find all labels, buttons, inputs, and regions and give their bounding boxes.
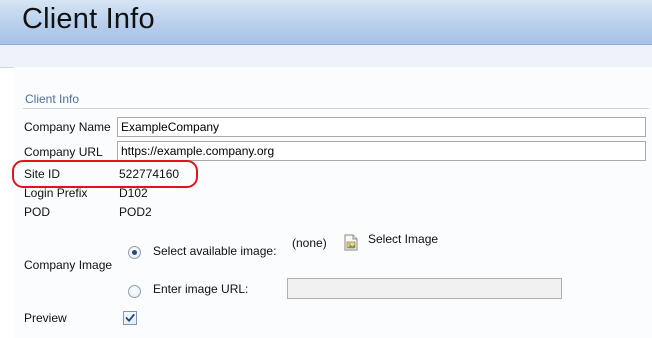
company-image-label: Company Image: [24, 258, 113, 272]
pod-label: POD: [24, 205, 51, 219]
select-available-image-label[interactable]: Select available image:: [153, 244, 276, 258]
company-name-label: Company Name: [24, 120, 111, 134]
section-title: Client Info: [25, 92, 80, 106]
image-url-input[interactable]: [287, 278, 562, 299]
pod-value: POD2: [119, 205, 152, 219]
company-url-label: Company URL: [24, 145, 103, 159]
company-name-input[interactable]: [117, 117, 646, 137]
select-available-image-radio[interactable]: [128, 246, 141, 259]
enter-image-url-radio[interactable]: [128, 285, 141, 298]
image-file-icon[interactable]: [344, 234, 358, 251]
page-title: Client Info: [22, 3, 155, 35]
section-divider: [23, 108, 649, 109]
toolbar-band: [0, 45, 652, 68]
page-header: Client Info: [0, 0, 652, 45]
select-image-link[interactable]: Select Image: [368, 232, 438, 246]
login-prefix-label: Login Prefix: [24, 186, 88, 200]
preview-label: Preview: [24, 311, 67, 325]
current-image-value: (none): [292, 236, 327, 250]
preview-checkbox[interactable]: [123, 311, 137, 325]
site-id-highlight: [12, 160, 198, 188]
checkmark-icon: [125, 313, 135, 322]
company-url-input[interactable]: [117, 141, 646, 161]
enter-image-url-label[interactable]: Enter image URL:: [153, 282, 248, 296]
login-prefix-value: D102: [119, 186, 148, 200]
